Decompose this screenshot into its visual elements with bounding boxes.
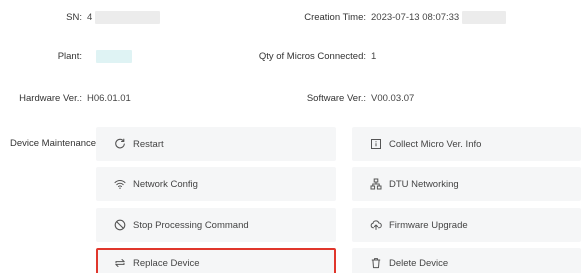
plant-label: Plant: [57,51,82,62]
restart-button[interactable]: Restart [96,127,336,161]
firmware-upgrade-button[interactable]: Firmware Upgrade [352,208,581,242]
dtu-networking-label: DTU Networking [389,178,459,190]
device-maintenance-label: Device Maintenance: [10,138,99,149]
network-tree-icon [369,178,382,191]
creation-time-redacted [461,11,506,24]
restart-label: Restart [133,138,164,150]
creation-time-value: 2023-07-13 08:07:33 [371,11,506,24]
stop-icon [113,219,126,232]
stop-processing-command-button[interactable]: Stop Processing Command [96,208,336,242]
sn-label: SN: [66,12,82,23]
qty-micros-value: 1 [371,51,377,62]
plant-value [96,50,132,63]
info-box-icon [369,138,382,151]
sn-redacted [94,11,160,24]
restart-icon [113,138,126,151]
delete-device-button[interactable]: Delete Device [352,248,581,273]
creation-time-label: Creation Time: [304,12,366,23]
sn-value: 4 [87,11,160,24]
software-ver-label: Software Ver.: [306,93,366,104]
cloud-upload-icon [369,219,382,232]
software-ver-value: V00.03.07 [371,93,415,104]
delete-device-label: Delete Device [389,257,449,269]
wifi-icon [113,178,126,191]
hardware-ver-label: Hardware Ver.: [19,93,82,104]
replace-device-button[interactable]: Replace Device [96,248,336,273]
stop-processing-command-label: Stop Processing Command [133,219,249,231]
replace-device-label: Replace Device [133,257,200,269]
firmware-upgrade-label: Firmware Upgrade [389,219,468,231]
qty-micros-label: Qty of Micros Connected: [258,51,366,62]
hardware-ver-value: H06.01.01 [87,93,131,104]
plant-redacted [96,50,132,63]
network-config-button[interactable]: Network Config [96,167,336,201]
replace-icon [113,257,126,270]
trash-icon [369,257,382,270]
network-config-label: Network Config [133,178,198,190]
dtu-networking-button[interactable]: DTU Networking [352,167,581,201]
collect-micro-ver-info-button[interactable]: Collect Micro Ver. Info [352,127,581,161]
collect-micro-ver-info-label: Collect Micro Ver. Info [389,138,482,150]
